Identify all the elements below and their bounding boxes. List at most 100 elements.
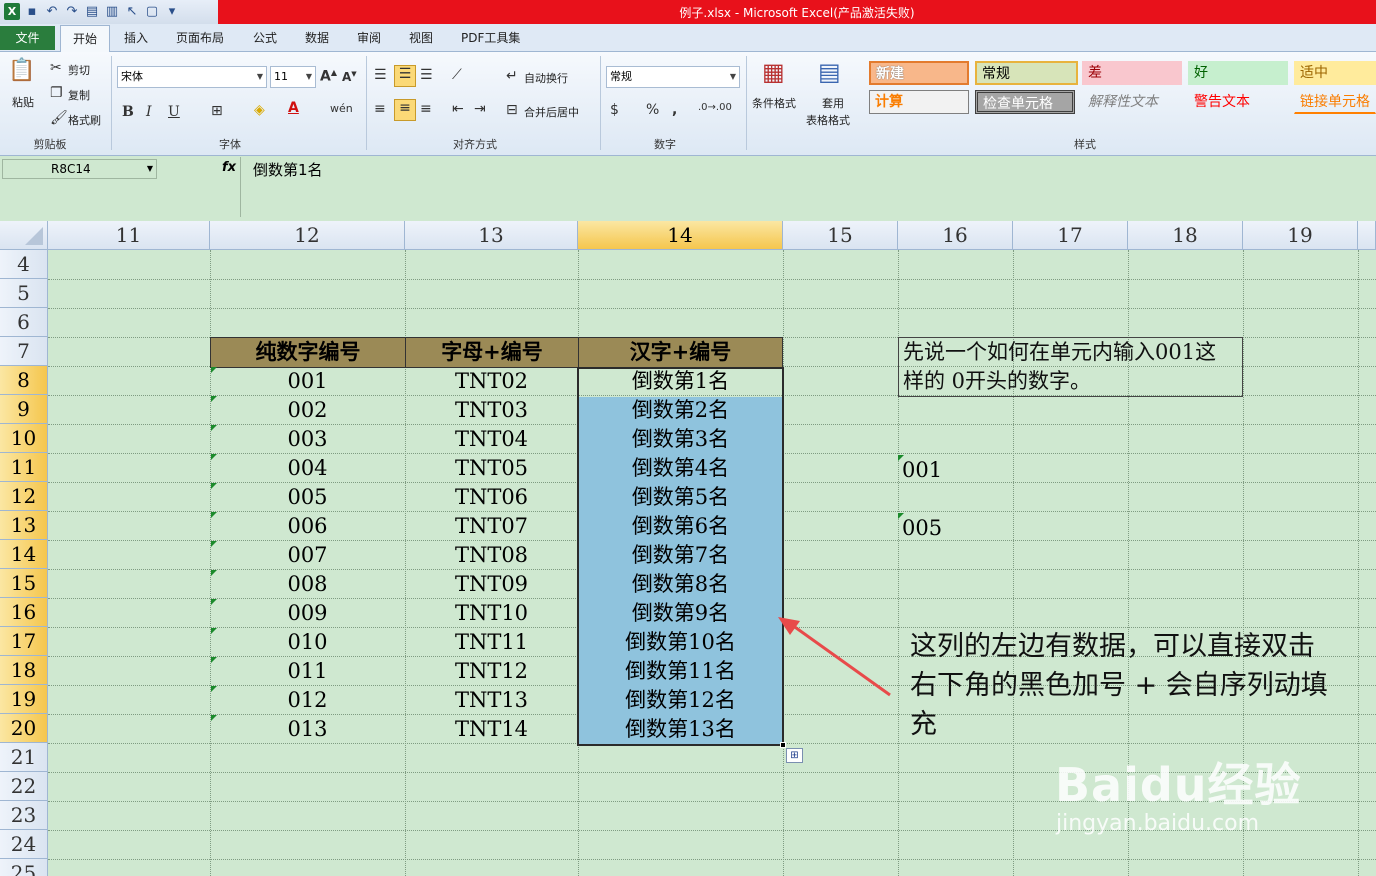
cell-letter-id[interactable]: TNT06	[405, 483, 578, 512]
decrease-indent-icon[interactable]: ⇤	[452, 101, 464, 117]
style-good[interactable]: 好	[1188, 61, 1288, 85]
style-neutral[interactable]: 适中	[1294, 61, 1376, 85]
align-bottom-icon[interactable]: ☰	[420, 67, 433, 83]
cell-number-id[interactable]: 008	[210, 570, 405, 599]
increase-decimal-icon[interactable]: .0→.00	[698, 102, 732, 113]
row-header[interactable]: 19	[0, 685, 48, 714]
formula-content[interactable]: 倒数第1名	[253, 159, 323, 180]
comma-icon[interactable]: ,	[672, 102, 677, 118]
row-header[interactable]: 24	[0, 830, 48, 859]
copy-button[interactable]: 复制	[68, 87, 90, 103]
cell-letter-id[interactable]: TNT14	[405, 715, 578, 744]
phonetic-icon[interactable]: wén	[330, 102, 353, 115]
table-header-cell[interactable]: 字母+编号	[405, 337, 579, 368]
align-top-icon[interactable]: ☰	[374, 67, 387, 83]
row-header[interactable]: 23	[0, 801, 48, 830]
cut-button[interactable]: 剪切	[68, 62, 90, 78]
row-header[interactable]: 7	[0, 337, 48, 366]
cell-number-id[interactable]: 001	[210, 367, 405, 396]
bold-icon[interactable]: B	[122, 104, 134, 120]
table-header-cell[interactable]: 汉字+编号	[578, 337, 783, 368]
fill-color-icon[interactable]: ◈	[254, 102, 265, 118]
cell-letter-id[interactable]: TNT13	[405, 686, 578, 715]
format-as-table-button-line2[interactable]: 表格格式	[806, 112, 850, 128]
merge-center-icon[interactable]: ⊟	[506, 102, 518, 118]
italic-icon[interactable]: I	[146, 104, 152, 120]
currency-icon[interactable]: $	[610, 102, 619, 118]
cell-number-id[interactable]: 007	[210, 541, 405, 570]
style-normal[interactable]: 常规	[975, 61, 1078, 85]
cut-icon[interactable]: ✂	[50, 60, 62, 76]
underline-icon[interactable]: U	[168, 104, 180, 120]
row-header[interactable]: 20	[0, 714, 48, 743]
format-as-table-icon[interactable]: ▤	[818, 58, 841, 86]
cell-letter-id[interactable]: TNT04	[405, 425, 578, 454]
cell-number-id[interactable]: 009	[210, 599, 405, 628]
row-header[interactable]: 4	[0, 250, 48, 279]
undo-icon[interactable]: ↶	[44, 3, 60, 20]
number-format-combo[interactable]: 常规 ▼	[606, 66, 740, 88]
percent-icon[interactable]: %	[646, 102, 659, 118]
align-right-icon[interactable]: ≡	[420, 101, 432, 117]
column-header[interactable]: 17	[1013, 221, 1128, 250]
row-header[interactable]: 13	[0, 511, 48, 540]
cell-number-id[interactable]: 010	[210, 628, 405, 657]
cell-value[interactable]: 005	[902, 514, 942, 543]
style-warning[interactable]: 警告文本	[1188, 90, 1288, 114]
cell-number-id[interactable]: 006	[210, 512, 405, 541]
chart-icon[interactable]: ▥	[104, 3, 120, 20]
cell-letter-id[interactable]: TNT03	[405, 396, 578, 425]
row-header[interactable]: 10	[0, 424, 48, 453]
conditional-format-icon[interactable]: ▦	[762, 58, 785, 86]
shrink-font-icon[interactable]: A▼	[342, 70, 357, 84]
row-header[interactable]: 15	[0, 569, 48, 598]
row-header[interactable]: 14	[0, 540, 48, 569]
cell-number-id[interactable]: 005	[210, 483, 405, 512]
row-header[interactable]: 6	[0, 308, 48, 337]
cell-number-id[interactable]: 013	[210, 715, 405, 744]
increase-indent-icon[interactable]: ⇥	[474, 101, 486, 117]
cell-letter-id[interactable]: TNT07	[405, 512, 578, 541]
row-header[interactable]: 17	[0, 627, 48, 656]
cell-number-id[interactable]: 012	[210, 686, 405, 715]
style-calculation[interactable]: 计算	[869, 90, 969, 114]
cell-number-id[interactable]: 003	[210, 425, 405, 454]
wrap-text-icon[interactable]: ↵	[506, 68, 518, 84]
select-all-corner[interactable]	[0, 221, 48, 250]
column-header[interactable]: 16	[898, 221, 1013, 250]
row-header[interactable]: 18	[0, 656, 48, 685]
cell-letter-id[interactable]: TNT08	[405, 541, 578, 570]
cell-letter-id[interactable]: TNT05	[405, 454, 578, 483]
font-name-combo[interactable]: 宋体 ▼	[117, 66, 267, 88]
column-header[interactable]: 13	[405, 221, 578, 250]
tab-view[interactable]: 视图	[409, 29, 433, 46]
conditional-format-button[interactable]: 条件格式	[752, 95, 796, 111]
row-header[interactable]: 22	[0, 772, 48, 801]
row-header[interactable]: 5	[0, 279, 48, 308]
column-header[interactable]: 15	[783, 221, 898, 250]
tab-data[interactable]: 数据	[305, 29, 329, 46]
style-linked-cell[interactable]: 链接单元格	[1294, 90, 1376, 114]
customize-qat-icon[interactable]: ▾	[164, 3, 180, 20]
column-header[interactable]: 12	[210, 221, 405, 250]
new-doc-icon[interactable]: ▢	[144, 3, 160, 20]
worksheet-grid[interactable]: 11 12 13 14 15 16 17 18 19 4 5 6 7 8 9 10 11 12 1…	[0, 221, 1376, 876]
merge-center-button[interactable]: 合并后居中	[524, 104, 579, 120]
align-left-icon[interactable]: ≡	[374, 101, 386, 117]
cell-letter-id[interactable]: TNT02	[405, 367, 578, 396]
wrap-text-button[interactable]: 自动换行	[524, 70, 568, 86]
open-icon[interactable]: ▤	[84, 3, 100, 20]
align-center-icon[interactable]: ≡	[394, 99, 416, 121]
row-header[interactable]: 21	[0, 743, 48, 772]
save-icon[interactable]: ▪	[24, 3, 40, 20]
borders-icon[interactable]: ⊞	[211, 103, 223, 119]
chevron-down-icon[interactable]: ▼	[147, 160, 153, 178]
cell-letter-id[interactable]: TNT12	[405, 657, 578, 686]
auto-fill-options-icon[interactable]: ⊞	[786, 748, 803, 763]
pointer-icon[interactable]: ↖	[124, 3, 140, 20]
orientation-icon[interactable]: ⟋	[452, 67, 462, 83]
paste-button[interactable]: 粘贴	[12, 94, 34, 110]
tab-pdf-tools[interactable]: PDF工具集	[461, 29, 520, 46]
cell-letter-id[interactable]: TNT09	[405, 570, 578, 599]
column-header[interactable]: 11	[48, 221, 210, 250]
